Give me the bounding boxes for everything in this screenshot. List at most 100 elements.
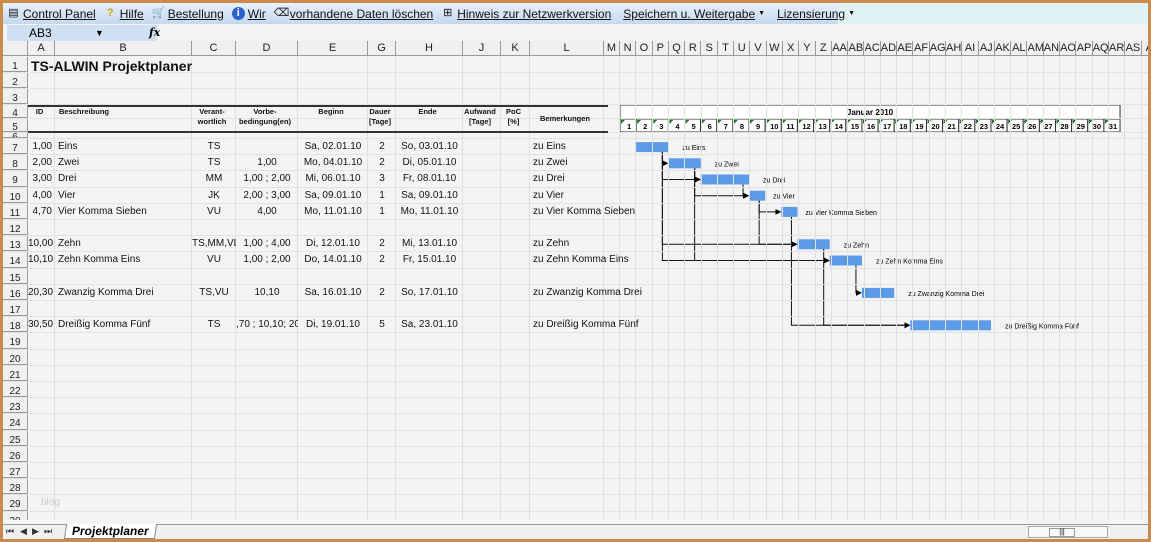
column-header[interactable]: AH <box>946 41 963 56</box>
row-header[interactable]: 15 <box>3 268 28 284</box>
column-header[interactable]: V <box>750 41 767 56</box>
column-header[interactable]: Z <box>816 41 832 56</box>
scroll-thumb[interactable]: ||| <box>1049 528 1075 537</box>
column-header[interactable]: AO <box>1060 41 1077 56</box>
toolbar-network-button[interactable]: ⊞ Hinweis zur Netzwerkversion <box>437 7 615 21</box>
column-header[interactable]: AS <box>1125 41 1142 56</box>
row-header[interactable]: 6 <box>3 133 28 138</box>
row-header[interactable]: 19 <box>3 333 28 349</box>
column-header[interactable]: AK <box>995 41 1012 56</box>
column-header[interactable]: AR <box>1109 41 1126 56</box>
column-header[interactable]: G <box>368 41 396 56</box>
toolbar-control-panel-button[interactable]: ▤ Control Panel <box>3 7 100 21</box>
column-header[interactable]: AF <box>913 41 930 56</box>
column-header[interactable]: A <box>28 41 55 56</box>
task-description: Zwanzig Komma Drei <box>58 286 154 298</box>
row-header[interactable]: 12 <box>3 220 28 236</box>
column-header[interactable]: B <box>55 41 192 56</box>
first-sheet-icon[interactable]: ⏮ <box>6 526 14 537</box>
column-header[interactable]: AL <box>1011 41 1028 56</box>
column-header[interactable]: J <box>463 41 501 56</box>
column-header[interactable]: AQ <box>1093 41 1109 56</box>
next-sheet-icon[interactable]: ▶ <box>32 526 39 537</box>
column-header[interactable]: AP <box>1076 41 1093 56</box>
column-header[interactable]: X <box>783 41 800 56</box>
column-header[interactable]: L <box>530 41 604 56</box>
row-header[interactable]: 29 <box>3 495 28 511</box>
last-sheet-icon[interactable]: ⏭ <box>44 526 52 537</box>
column-header[interactable]: A <box>1142 41 1148 56</box>
chevron-down-icon[interactable]: ▼ <box>95 25 104 41</box>
column-header[interactable]: AA <box>832 41 849 56</box>
row-header[interactable]: 20 <box>3 349 28 365</box>
task-end: Fr, 08.01.10 <box>402 173 457 185</box>
row-header[interactable]: 18 <box>3 317 28 333</box>
select-all-corner[interactable] <box>3 41 28 56</box>
row-header[interactable]: 26 <box>3 446 28 462</box>
column-header[interactable]: N <box>620 41 637 56</box>
row-header[interactable]: 1 <box>3 57 28 72</box>
row-header[interactable]: 17 <box>3 301 28 317</box>
function-icon[interactable]: fx <box>149 25 160 41</box>
name-box[interactable]: AB3 ▼ fx <box>7 25 160 41</box>
worksheet-grid[interactable]: Januar 2010 1 2 3 4 5 6 7 8 9 10 11 12 13 14 15 16 17 18 19… <box>3 57 1148 520</box>
row-header[interactable]: 22 <box>3 382 28 398</box>
row-header[interactable]: 4 <box>3 105 28 118</box>
prev-sheet-icon[interactable]: ◀ <box>20 526 27 537</box>
column-header[interactable]: Y <box>799 41 816 56</box>
row-header[interactable]: 13 <box>3 236 28 252</box>
row-header[interactable]: 28 <box>3 479 28 495</box>
row-header[interactable]: 7 <box>3 139 28 155</box>
row-header[interactable]: 24 <box>3 414 28 430</box>
column-header[interactable]: AM <box>1028 41 1044 56</box>
column-header[interactable]: U <box>734 41 751 56</box>
row-header[interactable]: 14 <box>3 252 28 268</box>
row-header[interactable]: 2 <box>3 73 28 88</box>
row-header[interactable]: 10 <box>3 187 28 203</box>
row-header[interactable]: 5 <box>3 119 28 132</box>
column-header[interactable]: O <box>636 41 653 56</box>
column-header[interactable]: T <box>718 41 735 56</box>
column-header[interactable]: AE <box>897 41 914 56</box>
toolbar-dropdown-1[interactable]: Lizensierung ▼ <box>773 7 859 21</box>
task-prerequisites: ,70 ; 10,10; 20,3 <box>236 319 298 331</box>
horizontal-scrollbar[interactable]: ||| <box>1028 526 1108 538</box>
tab-projektplaner[interactable]: Projektplaner <box>63 524 157 539</box>
sheet-row: 28 <box>3 479 1148 496</box>
column-header[interactable]: C <box>192 41 236 56</box>
toolbar-help-button[interactable]: ? Hilfe <box>100 7 148 21</box>
row-header[interactable]: 23 <box>3 398 28 414</box>
toolbar-eraser-button[interactable]: ⌫ vorhandene Daten löschen <box>270 7 437 21</box>
row-header[interactable]: 8 <box>3 155 28 171</box>
task-duration: 2 <box>379 141 385 152</box>
column-header[interactable]: K <box>501 41 530 56</box>
toolbar-order-button[interactable]: 🛒 Bestellung <box>148 7 228 21</box>
column-header[interactable]: D <box>236 41 298 56</box>
column-header[interactable]: W <box>767 41 783 56</box>
column-header[interactable]: AN <box>1044 41 1061 56</box>
column-header[interactable]: P <box>653 41 669 56</box>
row-header[interactable]: 16 <box>3 284 28 300</box>
row-header[interactable]: 27 <box>3 463 28 479</box>
column-header[interactable]: E <box>298 41 368 56</box>
column-header[interactable]: H <box>396 41 463 56</box>
column-header[interactable]: AD <box>881 41 898 56</box>
column-header[interactable]: R <box>685 41 702 56</box>
toolbar-info-button[interactable]: i Wir <box>228 7 270 21</box>
column-header[interactable]: AC <box>865 41 881 56</box>
row-header[interactable]: 25 <box>3 430 28 446</box>
row-header[interactable]: 11 <box>3 203 28 219</box>
toolbar-dropdown-0[interactable]: Speichern u. Weitergabe ▼ <box>619 7 769 21</box>
row-header[interactable]: 30 <box>3 511 28 520</box>
row-header[interactable]: 9 <box>3 171 28 187</box>
column-header[interactable]: S <box>702 41 718 56</box>
task-begin: Sa, 09.01.10 <box>304 189 362 201</box>
column-header[interactable]: Q <box>669 41 686 56</box>
column-header[interactable]: AJ <box>979 41 995 56</box>
row-header[interactable]: 3 <box>3 89 28 104</box>
column-header[interactable]: AI <box>962 41 979 56</box>
row-header[interactable]: 21 <box>3 365 28 381</box>
column-header[interactable]: M <box>604 41 620 56</box>
column-header[interactable]: AG <box>930 41 946 56</box>
column-header[interactable]: AB <box>848 41 865 56</box>
